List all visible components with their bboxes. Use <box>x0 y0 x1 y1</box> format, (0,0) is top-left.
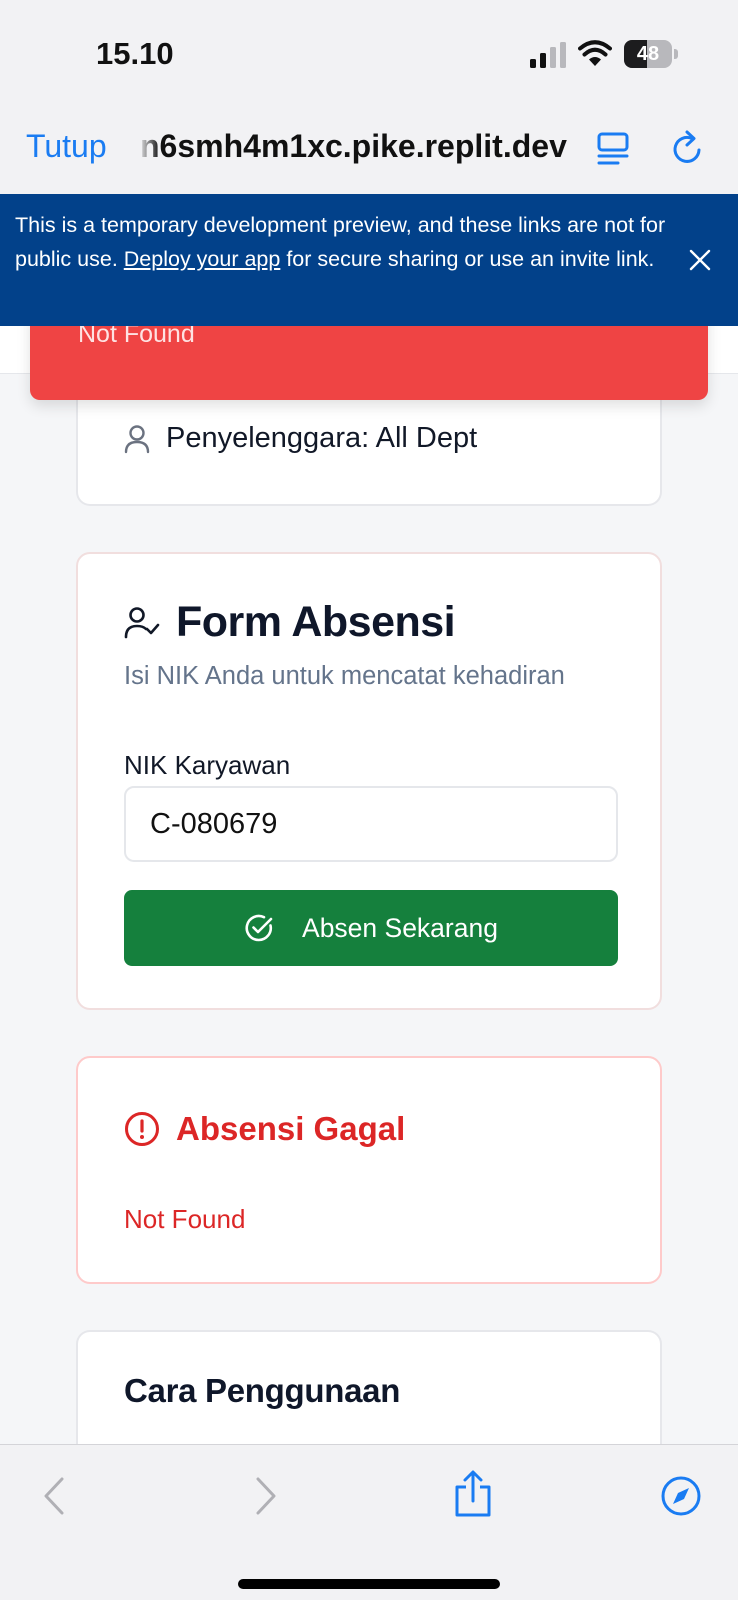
user-check-icon <box>124 606 160 638</box>
organizer-text: Penyelenggara: All Dept <box>166 422 478 454</box>
error-card: Absensi Gagal Not Found <box>76 1056 662 1284</box>
dev-banner-text: This is a temporary development preview,… <box>15 213 666 271</box>
home-indicator <box>238 1579 500 1589</box>
forward-arrow-icon[interactable] <box>252 1475 280 1517</box>
battery-icon: 48 <box>624 40 678 68</box>
nik-input[interactable] <box>124 786 618 862</box>
browser-header: Tutup n6smh4m1xc.pike.replit.dev <box>0 108 738 194</box>
wifi-icon <box>578 40 612 66</box>
error-title-row: Absensi Gagal <box>124 1110 405 1148</box>
deploy-app-link[interactable]: Deploy your app <box>124 247 281 271</box>
compass-icon[interactable] <box>660 1475 702 1517</box>
help-card: Cara Penggunaan <box>76 1330 662 1450</box>
form-subtitle: Isi NIK Anda untuk mencatat kehadiran <box>124 662 565 690</box>
attendance-form-card: Form Absensi Isi NIK Anda untuk mencatat… <box>76 552 662 1010</box>
submit-attendance-button[interactable]: Absen Sekarang <box>124 890 618 966</box>
error-title: Absensi Gagal <box>176 1110 406 1147</box>
cellular-signal-icon <box>530 42 566 68</box>
form-title: Form Absensi <box>176 598 456 646</box>
reader-mode-icon[interactable] <box>596 128 630 168</box>
url-address[interactable]: n6smh4m1xc.pike.replit.dev <box>140 128 570 165</box>
form-title-row: Form Absensi <box>124 598 456 647</box>
dev-preview-banner: This is a temporary development preview,… <box>0 194 738 326</box>
banner-close-icon[interactable] <box>688 248 712 272</box>
browser-toolbar <box>0 1444 738 1600</box>
alert-circle-icon <box>125 1112 159 1146</box>
close-button[interactable]: Tutup <box>26 128 107 165</box>
check-circle-icon <box>245 914 273 942</box>
battery-level: 48 <box>636 43 660 65</box>
share-icon[interactable] <box>452 1469 494 1519</box>
back-arrow-icon[interactable] <box>40 1475 68 1517</box>
error-message: Not Found <box>124 1204 246 1234</box>
submit-label: Absen Sekarang <box>302 912 498 943</box>
organizer-row: Penyelenggara: All Dept <box>124 422 477 455</box>
reload-icon[interactable] <box>670 128 706 168</box>
status-time: 15.10 <box>96 36 174 71</box>
help-title: Cara Penggunaan <box>124 1372 401 1409</box>
nik-label: NIK Karyawan <box>124 750 291 780</box>
user-icon <box>124 424 150 453</box>
status-bar: 15.10 48 <box>0 0 738 108</box>
